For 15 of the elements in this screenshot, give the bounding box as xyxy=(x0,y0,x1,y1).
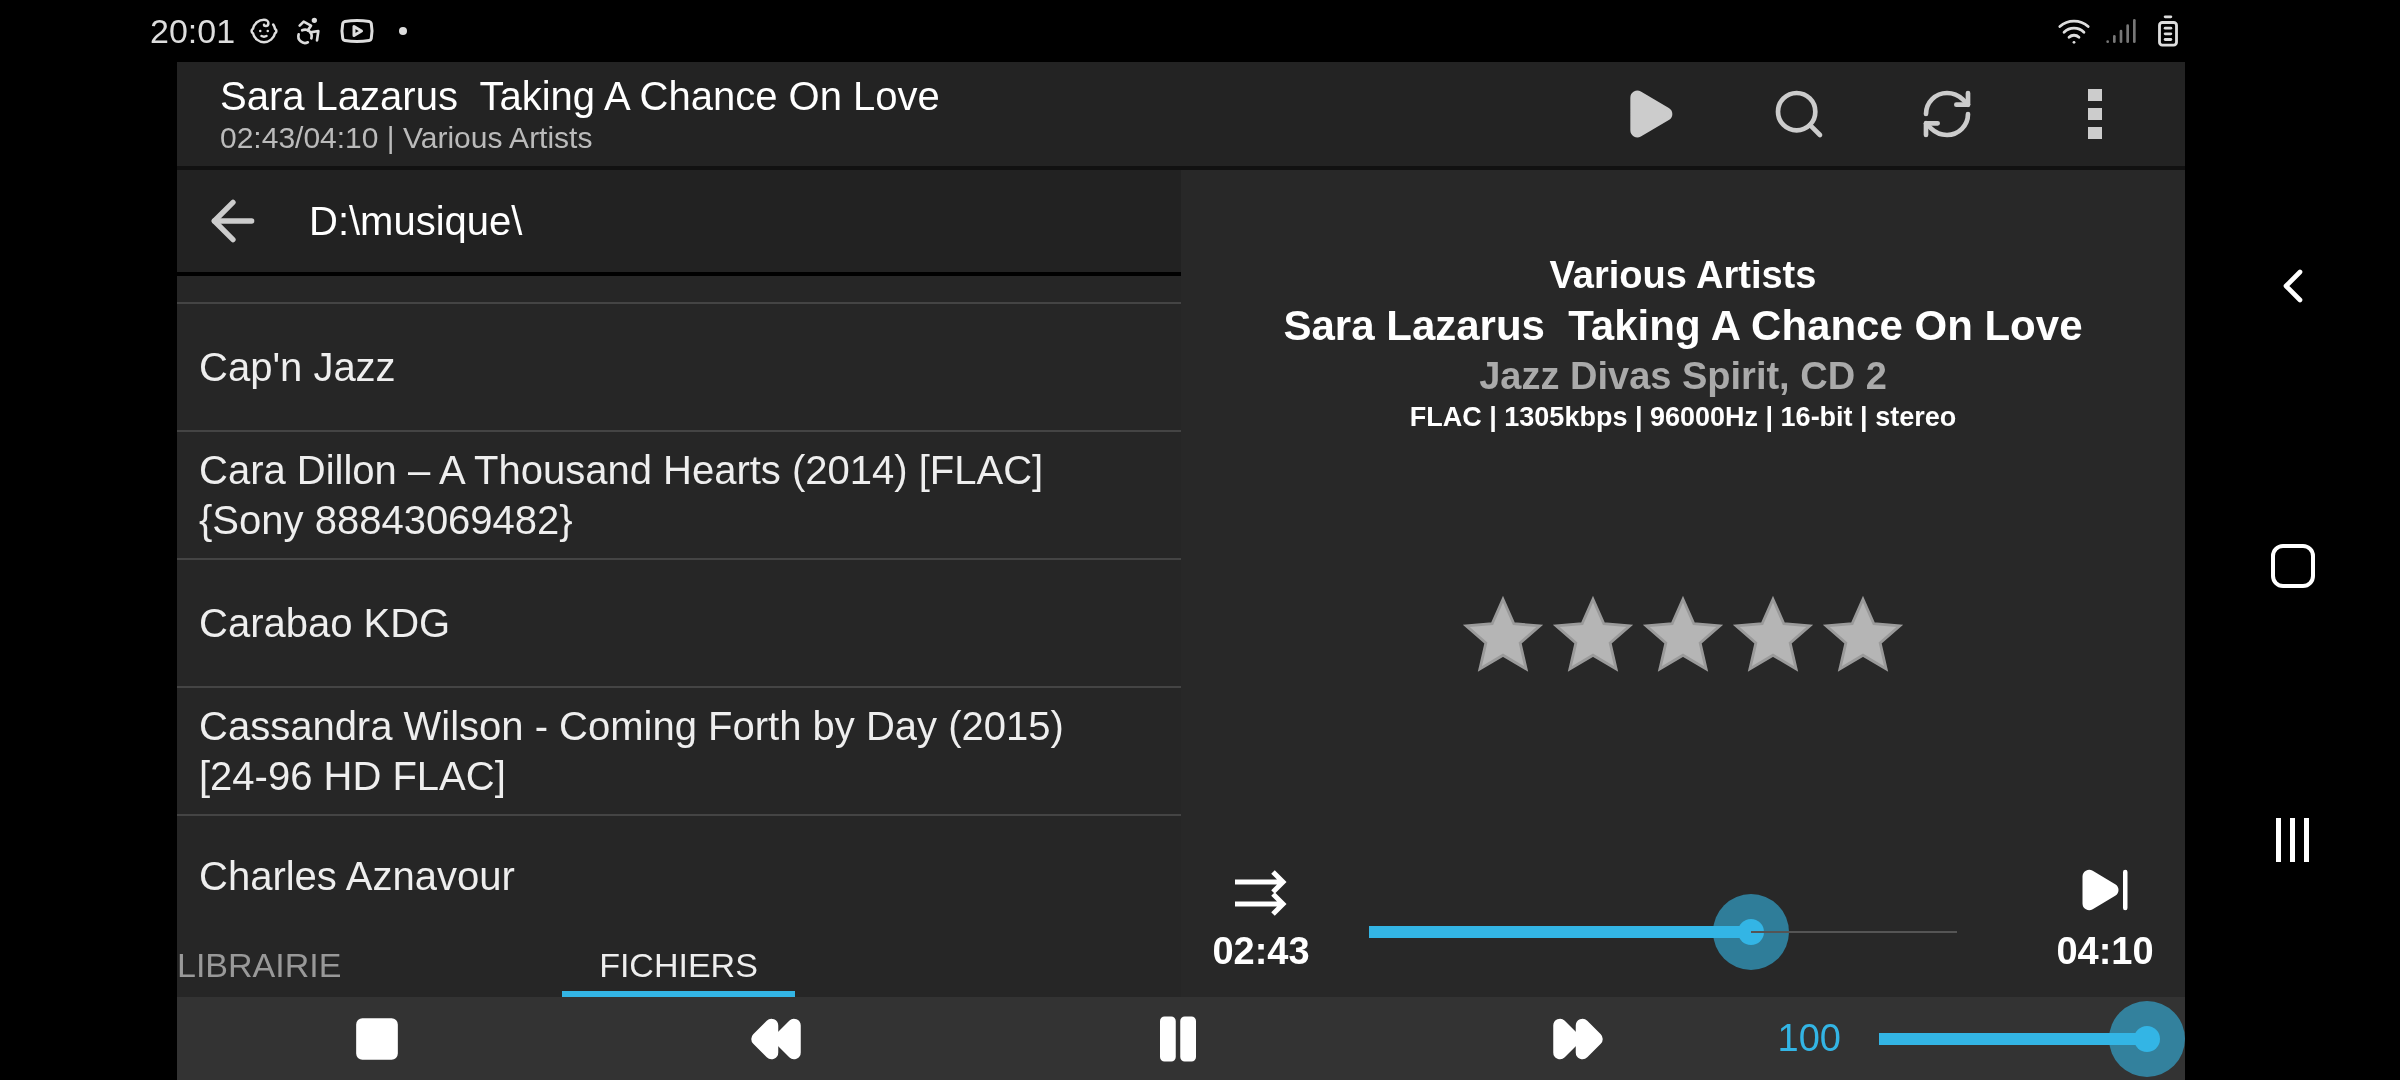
track-subtitle: 02:43/04:10 | Various Artists xyxy=(220,120,594,156)
format-info: FLAC | 1305kbps | 96000Hz | 16-bit | stereo xyxy=(1409,401,1957,434)
volume-reading: 100 xyxy=(1777,1016,1841,1061)
home-nav-icon[interactable] xyxy=(2270,544,2315,588)
elapsed-time: 02:43 xyxy=(1212,929,1310,974)
status-time: 20:01 xyxy=(150,10,236,52)
album-name: Jazz Divas Spirit, CD 2 xyxy=(1479,354,1887,399)
song-title: Sara Lazarus Taking A Chance On Love xyxy=(1283,301,2083,351)
folder-path: D:\musique\ xyxy=(309,198,523,245)
recents-nav-icon[interactable] xyxy=(2276,818,2309,862)
artist-name: Various Artists xyxy=(1549,253,1817,298)
track-title: Sara Lazarus Taking A Chance On Love xyxy=(220,73,941,120)
total-time: 04:10 xyxy=(2056,929,2154,974)
more-icon xyxy=(2087,88,2103,140)
folder-item[interactable]: Charles Aznavour xyxy=(177,816,1181,935)
